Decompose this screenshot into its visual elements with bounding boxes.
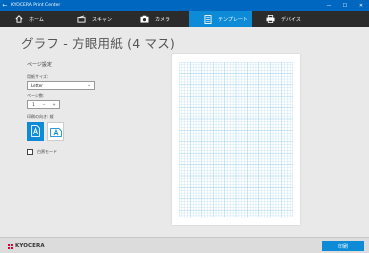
scanner-icon	[77, 15, 86, 24]
nav-item-scan[interactable]: スキャン	[63, 11, 126, 27]
printer-icon	[266, 15, 275, 24]
monochrome-checkbox[interactable]	[27, 149, 33, 155]
paper-size-select[interactable]: Letter ⌄	[27, 81, 95, 90]
nav-item-camera[interactable]: カメラ	[126, 11, 189, 27]
window-title: KYOCERA Print Center	[11, 3, 61, 8]
paper-size-label: 用紙サイズ:	[27, 74, 49, 79]
nav-item-label: デバイス	[281, 16, 301, 23]
paper-size-value: Letter	[31, 83, 43, 88]
nav-bar: ホーム スキャン カメラ テンプレート デバイス	[0, 11, 369, 27]
nav-item-template[interactable]: テンプレート	[189, 11, 252, 27]
maximize-button[interactable]: ☐	[337, 3, 353, 9]
page-settings-heading: ページ設定	[27, 62, 52, 68]
landscape-icon	[49, 122, 62, 141]
page-count-stepper[interactable]: 1 − +	[27, 100, 60, 109]
close-button[interactable]: ✕	[353, 3, 369, 9]
page-count-label: ページ数:	[27, 93, 45, 98]
template-icon	[203, 14, 212, 24]
increment-button[interactable]: +	[49, 102, 59, 107]
window-controls: — ☐ ✕	[321, 3, 369, 9]
minimize-button[interactable]: —	[321, 3, 337, 9]
footer-bar: KYOCERA 印刷	[0, 237, 369, 253]
nav-item-label: テンプレート	[218, 16, 248, 23]
title-bar: ← KYOCERA Print Center — ☐ ✕	[0, 0, 369, 11]
page-count-value: 1	[32, 102, 35, 107]
back-button[interactable]: ←	[0, 2, 10, 9]
orientation-label: 印刷の向き: 縦	[27, 114, 54, 119]
nav-item-label: ホーム	[29, 16, 44, 23]
landscape-button[interactable]	[47, 122, 64, 141]
camera-icon	[140, 15, 149, 24]
nav-item-home[interactable]: ホーム	[0, 11, 63, 27]
nav-item-label: スキャン	[92, 16, 113, 23]
nav-item-device[interactable]: デバイス	[252, 11, 315, 27]
chevron-down-icon: ⌄	[87, 83, 91, 88]
decrement-button[interactable]: −	[39, 102, 49, 107]
print-button[interactable]: 印刷	[322, 241, 364, 251]
kyocera-logo: KYOCERA	[8, 243, 45, 249]
kyocera-logo-text: KYOCERA	[15, 243, 45, 249]
portrait-icon	[31, 122, 40, 141]
home-icon	[14, 15, 23, 24]
monochrome-option[interactable]: 白黒モード	[27, 149, 57, 155]
portrait-button[interactable]	[27, 122, 44, 141]
kyocera-logo-icon	[8, 243, 13, 249]
template-preview	[172, 54, 300, 225]
page-title: グラフ - 方眼用紙 (4 マス)	[21, 36, 176, 51]
graph-paper-grid	[179, 62, 293, 217]
monochrome-label: 白黒モード	[37, 149, 57, 154]
nav-item-label: カメラ	[155, 16, 171, 23]
